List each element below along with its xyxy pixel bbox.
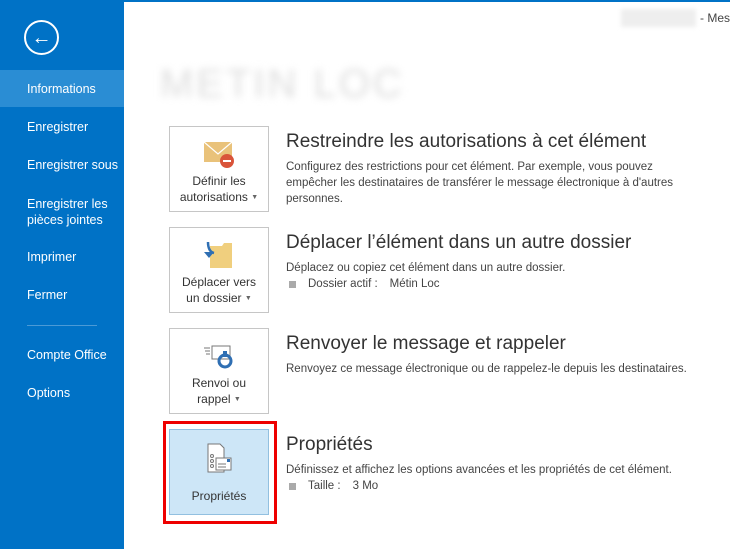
button-label: rappel bbox=[197, 392, 231, 406]
bullet-icon bbox=[289, 482, 296, 490]
move-to-folder-button[interactable]: Déplacer vers un dossier ▼ bbox=[169, 227, 269, 313]
sidebar-divider bbox=[27, 325, 97, 326]
dropdown-caret-icon: ▼ bbox=[251, 193, 259, 201]
section-description: Déplacez ou copiez cet élément dans un a… bbox=[286, 262, 566, 274]
section-description: Définissez et affichez les options avanc… bbox=[286, 464, 672, 476]
button-label: un dossier bbox=[186, 291, 242, 305]
section-properties: Propriétés Définissez et affichez les op… bbox=[286, 434, 672, 492]
sidebar-item-options[interactable]: Options bbox=[0, 374, 124, 412]
dropdown-caret-icon: ▼ bbox=[244, 294, 252, 302]
bullet-icon bbox=[289, 280, 296, 288]
blurred-page-heading: METIN LOC bbox=[160, 62, 405, 106]
section-title: Déplacer l’élément dans un autre dossier bbox=[286, 232, 632, 253]
resend-recall-icon bbox=[204, 345, 233, 369]
window-title: - Mes bbox=[621, 9, 730, 27]
backstage-sidebar: ← Informations Enregistrer Enregistrer s… bbox=[0, 0, 124, 549]
resend-recall-button[interactable]: Renvoi ou rappel ▼ bbox=[169, 328, 269, 414]
button-label: Déplacer vers bbox=[181, 275, 257, 289]
window-title-text: - Mes bbox=[700, 11, 730, 25]
sidebar-item-compte-office[interactable]: Compte Office bbox=[0, 336, 124, 374]
sidebar-item-enregistrer-pieces-jointes[interactable]: Enregistrer les pièces jointes bbox=[0, 190, 110, 234]
section-description: Renvoyez ce message électronique ou de r… bbox=[286, 363, 687, 375]
move-folder-icon bbox=[204, 241, 232, 268]
blurred-subject bbox=[621, 9, 696, 27]
back-button[interactable]: ← bbox=[24, 20, 59, 55]
section-restrict: Restreindre les autorisations à cet élém… bbox=[286, 131, 706, 207]
highlight-box bbox=[163, 421, 277, 524]
sidebar-item-imprimer[interactable]: Imprimer bbox=[0, 238, 124, 276]
sidebar-item-informations[interactable]: Informations bbox=[0, 70, 124, 107]
info-value: Métin Loc bbox=[389, 278, 440, 290]
info-label: Taille : bbox=[308, 480, 341, 492]
section-resend: Renvoyer le message et rappeler Renvoyez… bbox=[286, 333, 687, 377]
button-label: Renvoi ou bbox=[191, 376, 247, 390]
size-info: Taille : 3 Mo bbox=[286, 480, 672, 492]
sidebar-item-enregistrer[interactable]: Enregistrer bbox=[0, 108, 124, 146]
info-label: Dossier actif : bbox=[308, 278, 378, 290]
section-move: Déplacer l’élément dans un autre dossier… bbox=[286, 232, 631, 290]
button-label: Définir les bbox=[192, 174, 246, 188]
section-title: Restreindre les autorisations à cet élém… bbox=[286, 131, 647, 152]
button-label: autorisations bbox=[179, 190, 248, 204]
active-folder-info: Dossier actif : Métin Loc bbox=[286, 278, 631, 290]
arrow-left-icon: ← bbox=[31, 26, 52, 49]
info-value: 3 Mo bbox=[352, 480, 379, 492]
section-title: Renvoyer le message et rappeler bbox=[286, 333, 566, 354]
dropdown-caret-icon: ▼ bbox=[233, 395, 241, 403]
set-permissions-button[interactable]: Définir les autorisations ▼ bbox=[169, 126, 269, 212]
sidebar-item-fermer[interactable]: Fermer bbox=[0, 276, 124, 314]
section-description: Configurez des restrictions pour cet élé… bbox=[286, 161, 674, 205]
envelope-restricted-icon bbox=[203, 141, 234, 168]
section-title: Propriétés bbox=[286, 434, 373, 455]
sidebar-item-enregistrer-sous[interactable]: Enregistrer sous bbox=[0, 146, 124, 184]
